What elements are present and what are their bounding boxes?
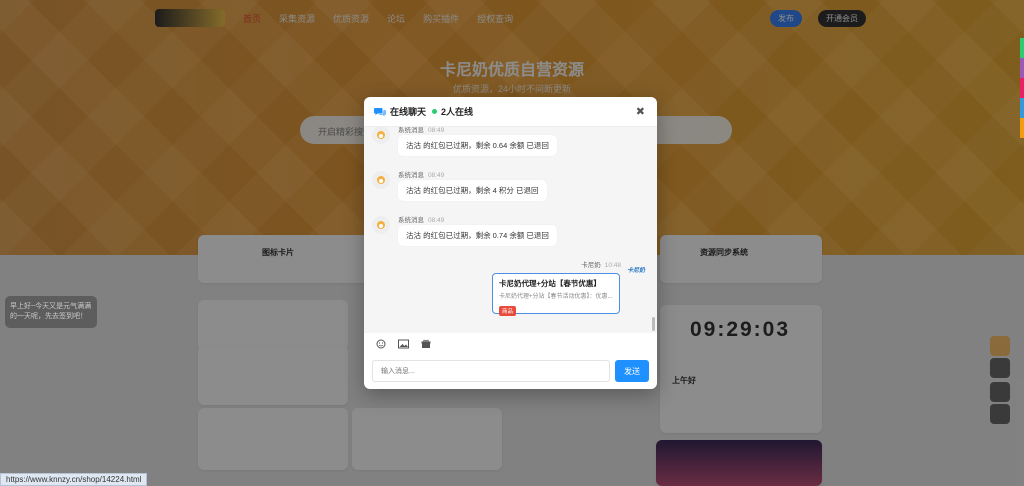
chat-modal: 在线聊天 2人在线 ✖ 系统消息 08:49 沽沽 的红包已过期，剩余 0.64 … xyxy=(364,97,657,389)
chat-toolbar xyxy=(376,339,431,349)
system-avatar xyxy=(372,171,390,189)
gift-icon[interactable] xyxy=(421,339,431,349)
bot-icon xyxy=(377,221,385,229)
message-meta: 系统消息 08:49 xyxy=(398,172,445,179)
chat-messages[interactable]: 系统消息 08:49 沽沽 的红包已过期，剩余 0.64 余额 已退回 系统消息 0… xyxy=(364,127,657,333)
chat-title: 在线聊天 xyxy=(390,107,427,117)
close-icon[interactable]: ✖ xyxy=(636,105,645,118)
message-meta: 系统消息 08:49 xyxy=(398,127,445,134)
side-crown-button[interactable] xyxy=(990,336,1010,356)
side-tool-button[interactable] xyxy=(990,382,1010,402)
status-url: https://www.knnzy.cn/shop/14224.html xyxy=(0,473,148,486)
send-button[interactable]: 发送 xyxy=(615,360,649,382)
online-dot xyxy=(432,109,438,114)
bot-icon xyxy=(377,176,385,184)
message-bubble: 沽沽 的红包已过期，剩余 0.74 余额 已退回 xyxy=(398,225,557,246)
online-count: 2人在线 xyxy=(441,107,474,117)
chat-input[interactable] xyxy=(372,360,610,382)
side-share-button[interactable] xyxy=(990,404,1010,424)
left-tip: 早上好~今天又是元气满满的一天呢，先去签到吧！ xyxy=(5,296,97,328)
chat-header: 在线聊天 2人在线 xyxy=(364,97,657,127)
message-meta: 系统消息 08:49 xyxy=(398,217,445,224)
system-avatar xyxy=(372,216,390,234)
my-avatar: 卡尼奶 xyxy=(627,268,646,274)
message-bubble: 沽沽 的红包已过期，剩余 4 积分 已退回 xyxy=(398,180,547,201)
side-edit-button[interactable] xyxy=(990,358,1010,378)
chat-input-row: 发送 xyxy=(372,360,649,382)
product-card[interactable]: 卡尼奶代理+分站【春节优惠】 卡尼奶代理+分站【春节活动优惠】：优惠... 商品 xyxy=(492,273,620,316)
product-tag: 商品 xyxy=(499,306,517,316)
right-color-strip xyxy=(1020,38,1024,138)
chat-scrollbar[interactable] xyxy=(652,317,655,331)
emoji-icon[interactable] xyxy=(376,339,386,349)
system-avatar xyxy=(372,127,390,144)
product-desc: 卡尼奶代理+分站【春节活动优惠】：优惠... xyxy=(499,294,613,300)
message-bubble: 沽沽 的红包已过期，剩余 0.64 余额 已退回 xyxy=(398,135,557,156)
product-title: 卡尼奶代理+分站【春节优惠】 xyxy=(499,279,601,288)
bot-icon xyxy=(377,131,385,139)
chat-bubbles-icon xyxy=(374,107,386,116)
image-icon[interactable] xyxy=(398,339,409,349)
my-message-meta: 卡尼奶 10:48 xyxy=(581,262,621,269)
